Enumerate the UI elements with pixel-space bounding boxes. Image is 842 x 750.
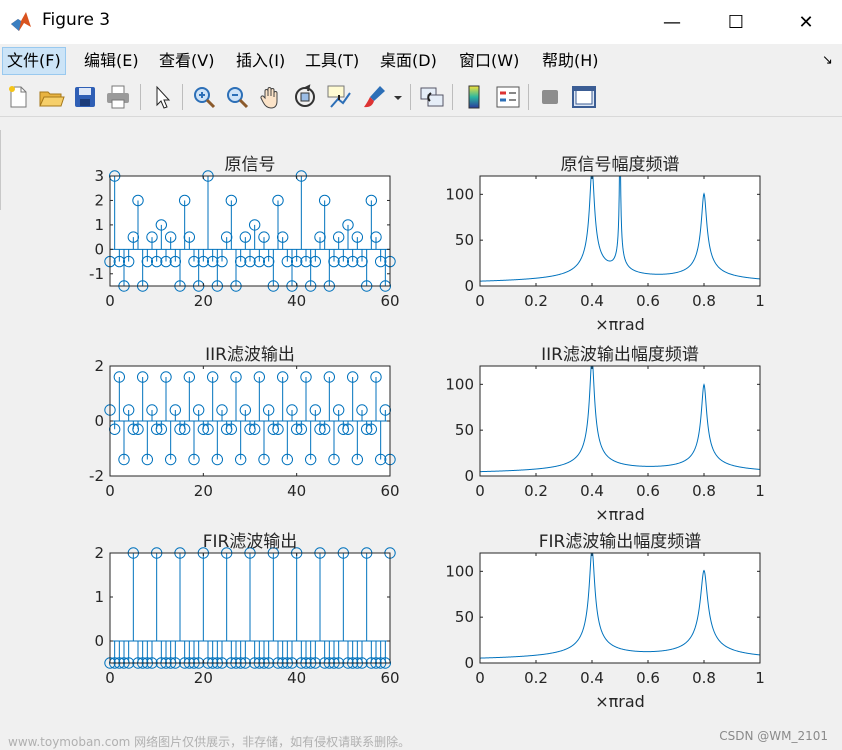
y-tick-label: 0 — [94, 240, 104, 258]
axes-title: 原信号 — [225, 155, 276, 175]
x-tick-label: 1 — [755, 482, 765, 500]
y-tick-label: 1 — [94, 216, 104, 234]
axes-1: 0 20 40 60-10123原信号 — [89, 155, 400, 310]
x-tick-label: 0.8 — [692, 669, 716, 687]
y-tick-label: 100 — [445, 375, 474, 393]
x-tick-label: 20 — [194, 669, 213, 687]
y-tick-label: -2 — [89, 467, 104, 485]
x-tick-label: 0.6 — [636, 669, 660, 687]
x-tick-label: 0 — [475, 669, 485, 687]
y-tick-label: 1 — [94, 588, 104, 606]
y-tick-label: 100 — [445, 562, 474, 580]
y-tick-label: 50 — [455, 608, 474, 626]
y-tick-label: 2 — [94, 191, 104, 209]
x-tick-label: 0 — [475, 482, 485, 500]
y-tick-label: 0 — [94, 632, 104, 650]
plot-area — [480, 176, 760, 286]
plot-area — [480, 553, 760, 663]
x-tick-label: 0.2 — [524, 292, 548, 310]
y-tick-label: 2 — [94, 357, 104, 375]
x-tick-label: 0.6 — [636, 482, 660, 500]
y-tick-label: 100 — [445, 185, 474, 203]
x-tick-label: 20 — [194, 482, 213, 500]
y-tick-label: 0 — [464, 467, 474, 485]
x-tick-label: 40 — [287, 482, 306, 500]
x-tick-label: 0.6 — [636, 292, 660, 310]
x-tick-label: 1 — [755, 669, 765, 687]
axes-5: 0 20 40 60 0 1 2 FIR滤波输出 — [94, 532, 399, 687]
axes-4: 0 0.2 0.4 0.6 0.8 1 0 50 100 IIR滤波输出幅度频谱 ×πrad — [445, 345, 764, 524]
x-tick-label: 0.8 — [692, 482, 716, 500]
watermark-credit: CSDN @WM_2101 — [719, 729, 828, 743]
axes-title: IIR滤波输出 — [205, 345, 295, 365]
axes-title: FIR滤波输出幅度频谱 — [539, 532, 702, 552]
x-tick-label: 60 — [380, 482, 399, 500]
axes-title: IIR滤波输出幅度频谱 — [541, 345, 699, 365]
x-axis-label: ×πrad — [595, 505, 645, 524]
y-tick-label: 3 — [94, 167, 104, 185]
y-tick-label: 0 — [464, 277, 474, 295]
x-axis-label: ×πrad — [595, 315, 645, 334]
x-tick-label: 60 — [380, 292, 399, 310]
y-tick-label: 2 — [94, 544, 104, 562]
y-tick-label: 0 — [464, 654, 474, 672]
y-tick-label: 50 — [455, 231, 474, 249]
x-tick-label: 0.8 — [692, 292, 716, 310]
x-tick-label: 60 — [380, 669, 399, 687]
x-tick-label: 40 — [287, 292, 306, 310]
x-axis-label: ×πrad — [595, 692, 645, 711]
x-tick-label: 1 — [755, 292, 765, 310]
plot-area — [480, 366, 760, 476]
x-tick-label: 0.4 — [580, 669, 604, 687]
x-tick-label: 0.2 — [524, 482, 548, 500]
axes-6: 0 0.2 0.4 0.6 0.8 1 0 50 100 FIR滤波输出幅度频谱 ×πrad — [445, 532, 764, 711]
x-tick-label: 0 — [475, 292, 485, 310]
axes-title: 原信号幅度频谱 — [561, 155, 680, 175]
axes-3: 0 20 40 60-202IIR滤波输出 — [89, 345, 400, 500]
x-tick-label: 0 — [105, 669, 115, 687]
x-tick-label: 40 — [287, 669, 306, 687]
watermark-text: www.toymoban.com 网络图片仅供展示，非存储，如有侵权请联系删除。 — [8, 735, 411, 749]
axes-title: FIR滤波输出 — [203, 532, 298, 552]
figure-canvas: 0 20 40 60-10123原信号0 0.2 0.4 0.6 0.8 1050100原信号幅… — [89, 155, 765, 711]
axes-2: 0 0.2 0.4 0.6 0.8 1 0 50 100 原信号幅度频谱 ×πrad — [445, 155, 765, 334]
x-tick-label: 20 — [194, 292, 213, 310]
y-tick-label: 50 — [455, 421, 474, 439]
x-tick-label: 0 — [105, 482, 115, 500]
x-tick-label: 0.4 — [580, 292, 604, 310]
y-tick-label: -1 — [89, 265, 104, 283]
x-tick-label: 0 — [105, 292, 115, 310]
x-tick-label: 0.4 — [580, 482, 604, 500]
x-tick-label: 0.2 — [524, 669, 548, 687]
y-tick-label: 0 — [94, 412, 104, 430]
